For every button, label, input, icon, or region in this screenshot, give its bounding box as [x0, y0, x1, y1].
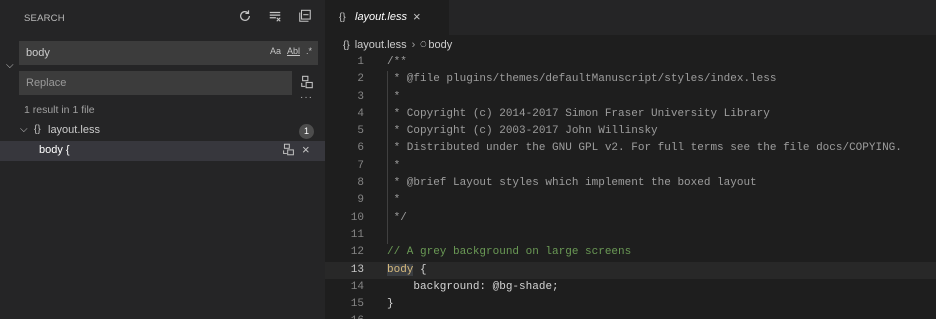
- code-editor[interactable]: 1 /** 2 * @file plugins/themes/defaultManu…: [325, 54, 936, 319]
- line-number: 8: [357, 177, 364, 190]
- line-number: 16: [325, 313, 364, 319]
- code-line[interactable]: 4 * Copyright (c) 2014-2017 Simon Fraser…: [325, 106, 936, 123]
- clear-results-icon[interactable]: [267, 9, 283, 25]
- line-text: * @brief Layout styles which implement t…: [387, 177, 757, 190]
- replace-input[interactable]: [19, 71, 292, 95]
- editor-area: {} layout.less × {} layout.less › ⍥ body…: [325, 0, 936, 319]
- css-value: @bg-shade;: [486, 280, 559, 293]
- indent-guide: [387, 71, 388, 245]
- line-number: 2: [357, 73, 364, 86]
- line-number: 11: [350, 228, 364, 241]
- line-number: 5: [357, 125, 364, 138]
- search-match-highlight: body: [387, 263, 414, 276]
- search-sidebar: SEARCH ⌵ Aa Abl .* ··· 1 result in 1 fil…: [0, 0, 325, 319]
- line-number: 12: [350, 246, 364, 259]
- match-text: body {: [39, 144, 70, 156]
- refresh-icon[interactable]: [237, 9, 253, 25]
- less-file-icon: {}: [339, 12, 346, 23]
- tab-bar: {} layout.less ×: [325, 0, 936, 35]
- toggle-replace-chevron-icon[interactable]: ⌵: [6, 60, 14, 71]
- search-options: Aa Abl .*: [270, 46, 312, 56]
- line-text: // A grey background on large screens: [387, 246, 632, 259]
- code-line[interactable]: 12 // A grey background on large screens: [325, 244, 936, 261]
- code-line[interactable]: 7 *: [325, 158, 936, 175]
- code-line[interactable]: 1 /**: [325, 54, 936, 71]
- line-text: body {: [387, 262, 427, 279]
- line-text: * Distributed under the GNU GPL v2. For …: [387, 142, 902, 155]
- line-number: 13: [350, 263, 364, 276]
- result-file-row[interactable]: ⌵ {} layout.less 1: [0, 121, 325, 141]
- line-text: *: [387, 194, 401, 207]
- line-text: /**: [387, 56, 407, 68]
- replace-all-icon[interactable]: [300, 75, 316, 91]
- line-text: */: [387, 211, 407, 224]
- line-number: 7: [357, 159, 364, 172]
- more-options-icon[interactable]: ···: [300, 92, 313, 103]
- line-number: 3: [357, 90, 364, 103]
- line-number: 15: [350, 298, 364, 311]
- match-case-toggle[interactable]: Aa: [270, 46, 281, 56]
- breadcrumb: {} layout.less › ⍥ body: [343, 39, 452, 51]
- less-file-icon: {}: [34, 124, 41, 135]
- line-number: 1: [357, 56, 364, 68]
- match-count-badge: 1: [299, 124, 314, 139]
- css-property: background:: [387, 280, 487, 293]
- code-line[interactable]: 9 *: [325, 192, 936, 209]
- tab-layout-less[interactable]: {} layout.less ×: [325, 0, 449, 35]
- code-line[interactable]: 5 * Copyright (c) 2003-2017 John Willins…: [325, 123, 936, 140]
- code-line[interactable]: 16: [325, 313, 936, 319]
- breadcrumb-separator: ›: [411, 39, 416, 51]
- code-line[interactable]: 15}: [325, 296, 936, 313]
- code-line[interactable]: 3 *: [325, 89, 936, 106]
- code-line[interactable]: 8 * @brief Layout styles which implement…: [325, 175, 936, 192]
- breadcrumb-file[interactable]: layout.less: [355, 39, 407, 51]
- replace-box: [19, 71, 292, 95]
- dismiss-match-icon[interactable]: ×: [302, 142, 310, 157]
- code-line[interactable]: 13 body {: [325, 261, 936, 279]
- line-number: 10: [350, 211, 364, 224]
- regex-toggle[interactable]: .*: [306, 46, 312, 56]
- symbol-icon: ⍥: [420, 39, 427, 51]
- line-text: * Copyright (c) 2003-2017 John Willinsky: [387, 125, 658, 138]
- line-text: *: [387, 90, 401, 103]
- search-box: Aa Abl .*: [19, 41, 318, 65]
- sidebar-title: SEARCH: [24, 13, 65, 24]
- sidebar-actions: [237, 9, 313, 25]
- collapse-all-icon[interactable]: [297, 9, 313, 25]
- result-summary: 1 result in 1 file: [24, 104, 95, 116]
- less-file-icon: {}: [343, 39, 350, 51]
- result-file-name: layout.less: [48, 124, 100, 136]
- code-line[interactable]: 11: [325, 227, 936, 244]
- code-line[interactable]: 10 */: [325, 210, 936, 227]
- whole-word-toggle[interactable]: Abl: [287, 46, 300, 56]
- line-number: 14: [350, 280, 364, 293]
- close-icon[interactable]: ×: [413, 9, 421, 24]
- sidebar-header: SEARCH: [0, 0, 325, 35]
- line-text: *: [387, 159, 401, 172]
- code-token: {: [413, 263, 427, 276]
- breadcrumb-symbol[interactable]: body: [428, 39, 452, 51]
- code-line[interactable]: 14 background: @bg-shade;: [325, 279, 936, 296]
- result-match-row[interactable]: body { ×: [0, 141, 325, 161]
- code-line[interactable]: 6 * Distributed under the GNU GPL v2. Fo…: [325, 140, 936, 157]
- line-text: }: [387, 298, 394, 311]
- chevron-down-icon[interactable]: ⌵: [20, 124, 28, 135]
- replace-match-icon[interactable]: [282, 143, 296, 157]
- line-number: 6: [357, 142, 364, 155]
- line-number: 9: [357, 194, 364, 207]
- line-number: 4: [357, 107, 364, 120]
- line-text: background: @bg-shade;: [387, 279, 559, 296]
- line-text: * Copyright (c) 2014-2017 Simon Fraser U…: [387, 107, 770, 120]
- code-line[interactable]: 2 * @file plugins/themes/defaultManuscri…: [325, 71, 936, 88]
- tab-label: layout.less: [355, 11, 407, 23]
- line-text: * @file plugins/themes/defaultManuscript…: [387, 73, 777, 86]
